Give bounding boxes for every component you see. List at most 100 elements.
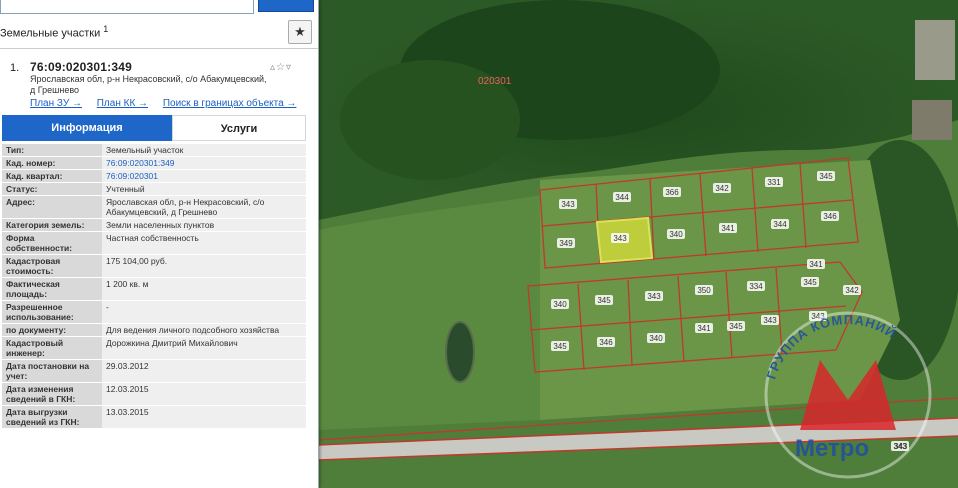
property-key: по документу: [2, 323, 102, 337]
search-button[interactable] [258, 0, 314, 12]
property-key: Кадастровая стоимость: [2, 254, 102, 278]
property-value[interactable]: 76:09:020301:349 [102, 156, 306, 170]
parcel-label[interactable]: 345 [801, 277, 819, 287]
tab-services[interactable]: Услуги [172, 115, 306, 141]
property-value: 12.03.2015 [102, 382, 306, 406]
info-panel: Земельные участки 1 ★ 1. 76:09:020301:34… [0, 0, 319, 488]
svg-text:344: 344 [615, 193, 629, 202]
property-row: Дата изменения сведений в ГКН: 12.03.2015 [2, 382, 306, 406]
svg-text:345: 345 [819, 172, 833, 181]
svg-text:342: 342 [715, 184, 729, 193]
property-value: - [102, 300, 306, 324]
tab-info[interactable]: Информация [2, 115, 172, 141]
property-key: Дата постановки на учет: [2, 359, 102, 383]
search-in-bounds-link[interactable]: Поиск в границах объекта → [163, 98, 297, 109]
parcel-label[interactable]: 343 [645, 291, 663, 301]
search-input[interactable] [0, 0, 254, 14]
property-row: Категория земель: Земли населенных пункто… [2, 218, 306, 232]
parcel-label[interactable]: 344 [771, 219, 789, 229]
property-row: Тип: Земельный участок [2, 143, 306, 157]
parcel-label[interactable]: 340 [647, 333, 665, 343]
property-row: Дата постановки на учет: 29.03.2012 [2, 359, 306, 383]
quarter-label: 020301 [478, 76, 512, 87]
property-row: Статус: Учтенный [2, 182, 306, 196]
property-key: Дата выгрузки сведений из ГКН: [2, 405, 102, 428]
svg-text:334: 334 [749, 282, 763, 291]
favorite-star-button[interactable]: ★ [288, 20, 312, 44]
property-value: Частная собственность [102, 231, 306, 255]
svg-text:366: 366 [665, 188, 679, 197]
property-row: Кадастровый инженер: Дорожкина Дмитрий Ми… [2, 336, 306, 360]
divider [0, 48, 318, 49]
property-value[interactable]: 76:09:020301 [102, 169, 306, 183]
property-key: Тип: [2, 143, 102, 157]
property-row: Разрешенное использование: - [2, 300, 306, 324]
result-index: 1. [10, 62, 20, 74]
plan-kk-link[interactable]: План КК → [97, 98, 148, 109]
parcel-label[interactable]: 345 [727, 321, 745, 331]
cadastral-number[interactable]: 76:09:020301:349 [30, 60, 132, 74]
card-controls[interactable]: ▵☆▿ [270, 62, 292, 73]
parcel-label[interactable]: 340 [667, 229, 685, 239]
parcel-label[interactable]: 334 [747, 281, 765, 291]
property-value: Земли населенных пунктов [102, 218, 306, 232]
property-key: Кад. квартал: [2, 169, 102, 183]
svg-text:342: 342 [845, 286, 859, 295]
watermark-name: Метро [795, 435, 869, 462]
parcel-label[interactable]: 345 [551, 341, 569, 351]
property-row: Фактическая площадь: 1 200 кв. м [2, 277, 306, 301]
parcel-label[interactable]: 343 [611, 233, 629, 243]
parcel-label[interactable]: 366 [663, 187, 681, 197]
parcel-label[interactable]: 345 [817, 171, 835, 181]
svg-text:346: 346 [823, 212, 837, 221]
parcel-label[interactable]: 343 [559, 199, 577, 209]
parcel-label[interactable]: 342 [843, 285, 861, 295]
parcel-label[interactable]: 345 [595, 295, 613, 305]
close-icon[interactable]: ▿ [286, 62, 292, 73]
property-row: Форма собственности: Частная собственност… [2, 231, 306, 255]
parcel-label[interactable]: 331 [765, 177, 783, 187]
svg-text:350: 350 [697, 286, 711, 295]
property-value: 13.03.2015 [102, 405, 306, 428]
property-value: Для ведения личного подсобного хозяйства [102, 323, 306, 337]
property-value: Ярославская обл, р-н Некрасовский, с/о А… [102, 195, 306, 219]
parcel-label[interactable]: 341 [695, 323, 713, 333]
star-icon[interactable]: ☆ [276, 62, 286, 73]
parcel-label[interactable]: 341 [807, 259, 825, 269]
svg-text:340: 340 [553, 300, 567, 309]
svg-text:343: 343 [763, 316, 777, 325]
parcel-label[interactable]: 343 [761, 315, 779, 325]
parcel-label[interactable]: 349 [557, 238, 575, 248]
svg-text:341: 341 [809, 260, 823, 269]
svg-text:341: 341 [697, 324, 711, 333]
svg-text:345: 345 [553, 342, 567, 351]
parcel-label[interactable]: 342 [713, 183, 731, 193]
property-value: 29.03.2012 [102, 359, 306, 383]
parcel-label[interactable]: 341 [719, 223, 737, 233]
property-row: Кадастровая стоимость: 175 104,00 руб. [2, 254, 306, 278]
svg-text:345: 345 [803, 278, 817, 287]
property-key: Категория земель: [2, 218, 102, 232]
property-key: Кадастровый инженер: [2, 336, 102, 360]
property-key: Кад. номер: [2, 156, 102, 170]
plan-zu-link[interactable]: План ЗУ → [30, 98, 82, 109]
panel-title: Земельные участки 1 [0, 24, 109, 40]
parcel-label[interactable]: 346 [821, 211, 839, 221]
property-row: Дата выгрузки сведений из ГКН: 13.03.2015 [2, 405, 306, 428]
property-row: Кад. номер: 76:09:020301:349 [2, 156, 306, 170]
parcel-label[interactable]: 340 [551, 299, 569, 309]
property-value: 175 104,00 руб. [102, 254, 306, 278]
property-key: Дата изменения сведений в ГКН: [2, 382, 102, 406]
property-value: Земельный участок [102, 143, 306, 157]
svg-text:343: 343 [647, 292, 661, 301]
property-value: 1 200 кв. м [102, 277, 306, 301]
properties-table: Тип: Земельный участок Кад. номер: 76:09:02… [2, 143, 306, 428]
parcel-label[interactable]: 346 [597, 337, 615, 347]
svg-text:341: 341 [721, 224, 735, 233]
property-key: Разрешенное использование: [2, 300, 102, 324]
property-row: по документу: Для ведения личного подсобн… [2, 323, 306, 337]
property-row: Кад. квартал: 76:09:020301 [2, 169, 306, 183]
card-address: Ярославская обл, р-н Некрасовский, с/о А… [30, 74, 267, 95]
parcel-label[interactable]: 344 [613, 192, 631, 202]
parcel-label[interactable]: 350 [695, 285, 713, 295]
